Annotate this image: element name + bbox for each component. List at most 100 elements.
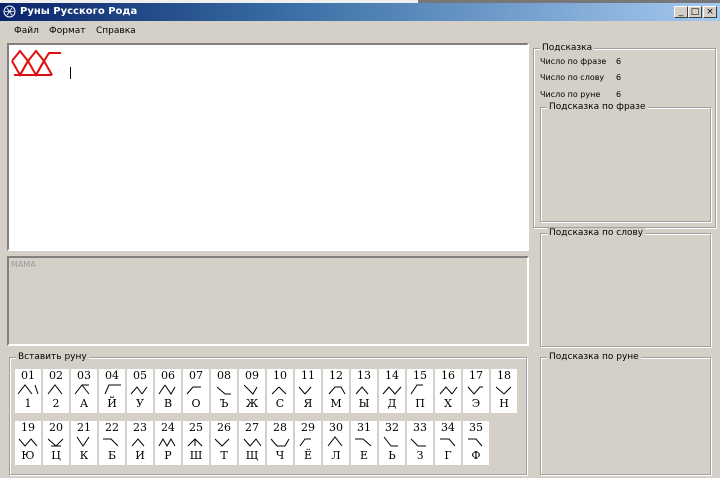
rune-button-12[interactable]: 12 М bbox=[323, 369, 349, 413]
rune-number: 09 bbox=[245, 369, 259, 382]
rune-hint-panel: Подсказка по руне bbox=[540, 352, 711, 475]
rune-letter: 2 bbox=[52, 397, 60, 410]
rune-number: 29 bbox=[301, 421, 315, 434]
rune-button-35[interactable]: 35 Ф bbox=[463, 421, 489, 465]
result-text: МАМА bbox=[11, 260, 36, 269]
rune-number: 05 bbox=[133, 369, 147, 382]
rune-number: 25 bbox=[189, 421, 203, 434]
rune-glyph-icon bbox=[158, 437, 176, 448]
menu-help[interactable]: Справка bbox=[96, 26, 136, 36]
rune-glyph-icon bbox=[383, 436, 398, 447]
rune-button-01[interactable]: 01 1 bbox=[15, 369, 41, 413]
rune-button-04[interactable]: 04 Й bbox=[99, 369, 125, 413]
rune-button-34[interactable]: 34 Г bbox=[435, 421, 461, 465]
rune-glyph-icon bbox=[243, 384, 258, 395]
close-button[interactable]: × bbox=[703, 6, 717, 18]
rune-button-28[interactable]: 28 Ч bbox=[267, 421, 293, 465]
rune-editor[interactable] bbox=[7, 43, 529, 251]
rune-button-05[interactable]: 05 У bbox=[127, 369, 153, 413]
rune-glyph-icon bbox=[382, 386, 402, 395]
phrase-number-label: Число по фразе bbox=[540, 57, 607, 66]
rune-button-31[interactable]: 31 Е bbox=[351, 421, 377, 465]
menu-file[interactable]: Файл bbox=[14, 26, 39, 36]
rune-button-11[interactable]: 11 Я bbox=[295, 369, 321, 413]
rune-glyph-icon bbox=[468, 438, 483, 447]
rune-button-18[interactable]: 18 Н bbox=[491, 369, 517, 413]
rune-button-25[interactable]: 25 Ш bbox=[183, 421, 209, 465]
rune-button-24[interactable]: 24 Р bbox=[155, 421, 181, 465]
rune-button-23[interactable]: 23 И bbox=[127, 421, 153, 465]
rune-button-33[interactable]: 33 З bbox=[407, 421, 433, 465]
rune-button-15[interactable]: 15 П bbox=[407, 369, 433, 413]
rune-letter: Ц bbox=[51, 449, 61, 462]
minimize-button[interactable]: _ bbox=[674, 6, 688, 18]
rune-letter: И bbox=[135, 449, 145, 462]
rune-hint-title: Подсказка по руне bbox=[547, 352, 641, 362]
rune-button-26[interactable]: 26 Т bbox=[211, 421, 237, 465]
rune-glyph-icon bbox=[130, 386, 148, 395]
rune-button-08[interactable]: 08 Ъ bbox=[211, 369, 237, 413]
rune-number: 22 bbox=[105, 421, 119, 434]
rune-button-13[interactable]: 13 Ы bbox=[351, 369, 377, 413]
rune-number: 16 bbox=[441, 369, 455, 382]
rune-letter: Б bbox=[107, 449, 117, 462]
word-hint-title: Подсказка по слову bbox=[547, 228, 646, 238]
rune-glyph-icon bbox=[410, 438, 426, 447]
rune-button-06[interactable]: 06 В bbox=[155, 369, 181, 413]
rune-number: 17 bbox=[469, 369, 483, 382]
word-number-label: Число по слову bbox=[540, 73, 605, 82]
rune-glyph-icon bbox=[328, 386, 346, 395]
result-text-area[interactable]: МАМА bbox=[7, 256, 529, 346]
rune-button-20[interactable]: 20 Ц bbox=[43, 421, 69, 465]
rune-button-03[interactable]: 03 А bbox=[71, 369, 97, 413]
rune-letter: Е bbox=[359, 449, 369, 462]
rune-button-30[interactable]: 30 Л bbox=[323, 421, 349, 465]
title-bar[interactable]: Руны Русского Рода _ □ × bbox=[0, 3, 720, 21]
rune-number-label: Число по руне bbox=[540, 90, 601, 99]
rune-glyph-icon bbox=[495, 386, 512, 395]
maximize-button[interactable]: □ bbox=[688, 6, 702, 18]
word-hint-panel: Подсказка по слову bbox=[540, 228, 711, 347]
rune-glyph-icon bbox=[270, 438, 290, 447]
rune-number: 34 bbox=[441, 421, 455, 434]
rune-letter: Ч bbox=[275, 449, 285, 462]
rune-button-29[interactable]: 29 Ё bbox=[295, 421, 321, 465]
rune-button-17[interactable]: 17 Э bbox=[463, 369, 489, 413]
rune-button-09[interactable]: 09 Ж bbox=[239, 369, 265, 413]
rune-number: 10 bbox=[273, 369, 287, 382]
rune-number: 12 bbox=[329, 369, 343, 382]
rune-letter: Ь bbox=[388, 449, 396, 462]
rune-letter: Т bbox=[220, 449, 228, 462]
menu-bar: Файл Формат Справка bbox=[0, 21, 720, 41]
rune-letter: Х bbox=[444, 397, 452, 410]
app-window: Руны Русского Рода _ □ × Файл Формат Спр… bbox=[0, 0, 720, 478]
rune-letter: Ю bbox=[21, 449, 35, 462]
rune-letter: У bbox=[136, 397, 144, 410]
rune-button-19[interactable]: 19 Ю bbox=[15, 421, 41, 465]
rune-letter: Ъ bbox=[219, 397, 229, 410]
rune-glyph-icon bbox=[243, 438, 262, 447]
rune-number: 08 bbox=[217, 369, 231, 382]
rune-letter: Д bbox=[387, 397, 397, 410]
rune-button-21[interactable]: 21 К bbox=[71, 421, 97, 465]
rune-letter: Р bbox=[164, 449, 172, 462]
rune-number: 03 bbox=[77, 369, 91, 382]
rune-button-16[interactable]: 16 Х bbox=[435, 369, 461, 413]
rune-number: 15 bbox=[413, 369, 427, 382]
rune-glyph-icon bbox=[214, 438, 230, 447]
menu-format[interactable]: Формат bbox=[49, 26, 86, 36]
rune-number: 11 bbox=[301, 369, 315, 382]
rune-button-02[interactable]: 02 2 bbox=[43, 369, 69, 413]
rune-number: 32 bbox=[385, 421, 399, 434]
rune-button-27[interactable]: 27 Щ bbox=[239, 421, 265, 465]
rune-letter: Й bbox=[107, 397, 117, 410]
rune-button-07[interactable]: 07 О bbox=[183, 369, 209, 413]
rune-app-icon bbox=[3, 5, 16, 18]
rune-glyph-icon bbox=[216, 386, 231, 395]
rune-letter: Ы bbox=[358, 397, 370, 410]
rune-button-32[interactable]: 32 Ь bbox=[379, 421, 405, 465]
rune-button-22[interactable]: 22 Б bbox=[99, 421, 125, 465]
rune-button-10[interactable]: 10 С bbox=[267, 369, 293, 413]
rune-button-14[interactable]: 14 Д bbox=[379, 369, 405, 413]
rune-glyph-icon bbox=[103, 438, 119, 447]
